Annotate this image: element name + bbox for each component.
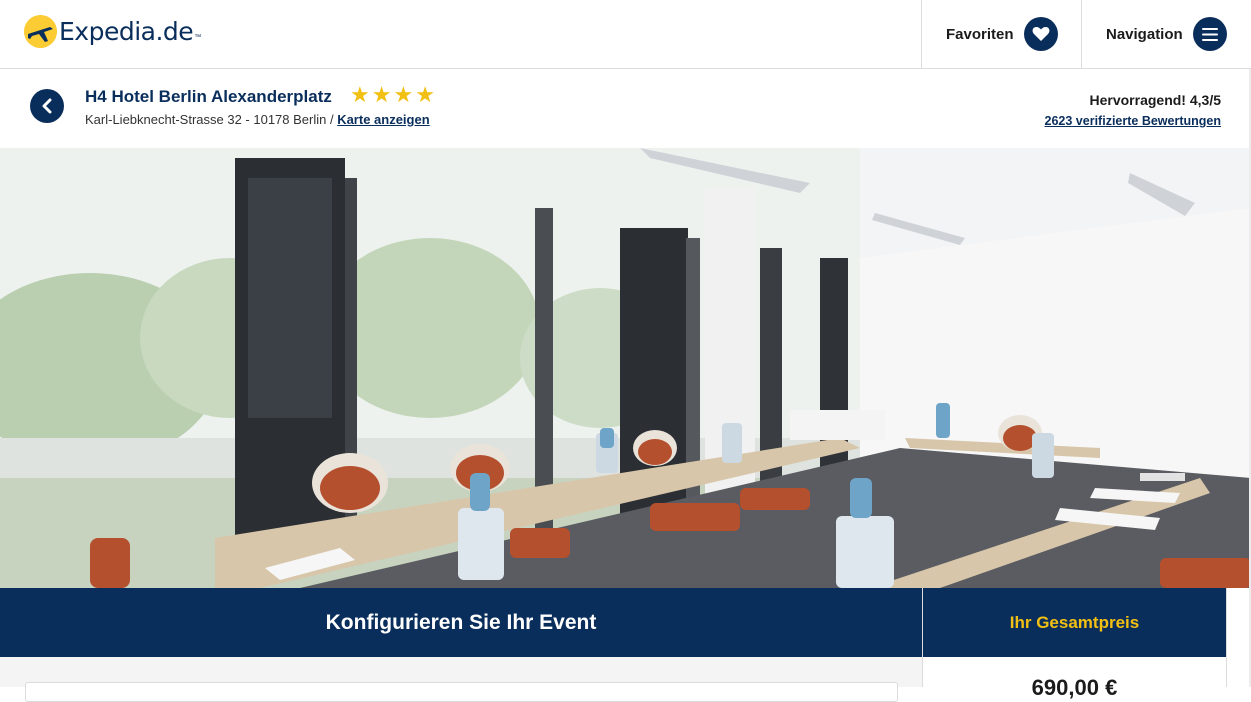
configure-event-title: Konfigurieren Sie Ihr Event bbox=[325, 610, 597, 634]
back-button[interactable] bbox=[30, 89, 64, 123]
total-price-bar: Ihr Gesamtpreis bbox=[923, 588, 1226, 657]
hotel-hero-image bbox=[0, 148, 1251, 588]
show-map-link[interactable]: Karte anzeigen bbox=[337, 112, 429, 127]
expedia-logo[interactable]: Expedia.de ™ bbox=[24, 15, 201, 48]
total-price-title: Ihr Gesamtpreis bbox=[1009, 612, 1140, 632]
hotel-address: Karl-Liebknecht-Strasse 32 - 10178 Berli… bbox=[85, 112, 430, 127]
configure-event-bar: Konfigurieren Sie Ihr Event bbox=[0, 588, 922, 657]
navigation-label: Navigation bbox=[1106, 25, 1183, 43]
conference-room-photo bbox=[0, 148, 1251, 588]
top-header: Expedia.de ™ Favoriten Navigation bbox=[0, 0, 1251, 69]
hotel-name: H4 Hotel Berlin Alexanderplatz bbox=[85, 87, 332, 106]
star-icon: ★ bbox=[371, 82, 392, 107]
right-margin bbox=[1226, 588, 1251, 687]
star-icon: ★ bbox=[393, 82, 414, 107]
star-icon: ★ bbox=[415, 82, 435, 107]
favorites-button[interactable]: Favoriten bbox=[946, 16, 1058, 52]
nav-divider bbox=[921, 0, 922, 68]
total-price-panel: 690,00 € bbox=[923, 657, 1226, 700]
star-icon: ★ bbox=[350, 82, 370, 107]
total-price-value: 690,00 € bbox=[1031, 675, 1118, 700]
star-rating: ★ ★ ★ ★ bbox=[350, 83, 435, 107]
guest-rating: Hervorragend! 4,3/5 2623 verifizierte Be… bbox=[1045, 92, 1221, 128]
navigation-button[interactable]: Navigation bbox=[1106, 16, 1227, 52]
logo-text: Expedia.de bbox=[59, 17, 194, 46]
logo-trademark: ™ bbox=[194, 34, 202, 41]
favorites-label: Favoriten bbox=[946, 25, 1014, 43]
airplane-logo-icon bbox=[24, 15, 57, 48]
hamburger-menu-icon bbox=[1192, 17, 1227, 51]
event-config-card[interactable] bbox=[25, 682, 898, 702]
reviews-link[interactable]: 2623 verifizierte Bewertungen bbox=[1045, 114, 1221, 128]
nav-divider bbox=[1081, 0, 1082, 68]
heart-icon bbox=[1023, 17, 1058, 51]
address-text: Karl-Liebknecht-Strasse 32 - 10178 Berli… bbox=[85, 112, 338, 127]
chevron-left-icon bbox=[42, 98, 52, 114]
rating-summary: Hervorragend! 4,3/5 bbox=[1089, 92, 1222, 108]
hotel-info-bar: H4 Hotel Berlin Alexanderplatz ★ ★ ★ ★ K… bbox=[0, 69, 1251, 148]
